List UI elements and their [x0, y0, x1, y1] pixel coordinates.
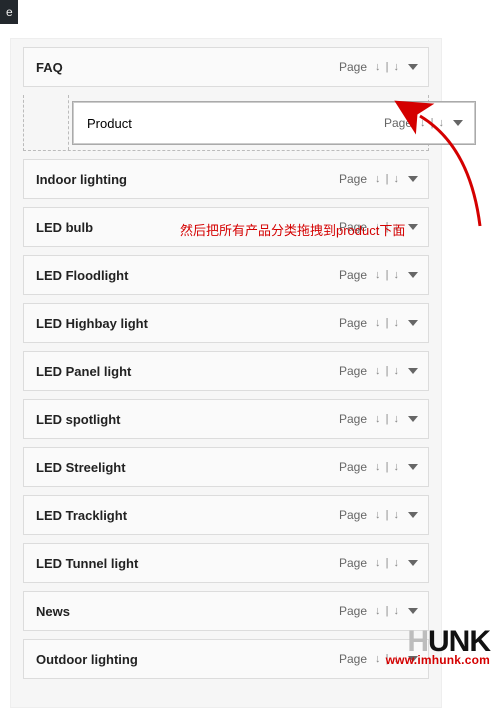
menu-item-type: Page — [339, 316, 367, 330]
menu-item-faq[interactable]: FAQ Page ↓ | ↓ — [23, 47, 429, 87]
sub-indicator-icon: ↓ | ↓ — [375, 413, 400, 425]
annotation-text: 然后把所有产品分类拖拽到product下面 — [180, 220, 405, 239]
sub-indicator-icon: ↓ | ↓ — [375, 509, 400, 521]
menu-item-meta: Page ↓ | ↓ — [339, 604, 418, 618]
expand-caret-icon[interactable] — [408, 464, 418, 470]
sub-indicator-icon: ↓ | ↓ — [375, 61, 400, 73]
menu-item-meta: Page ↓ | ↓ — [339, 412, 418, 426]
expand-caret-icon[interactable] — [408, 320, 418, 326]
menu-item-meta: Page ↓ | ↓ — [339, 460, 418, 474]
menu-item-meta: Page ↓ | ↓ — [339, 316, 418, 330]
menu-item[interactable]: LED Tracklight Page ↓ | ↓ — [23, 495, 429, 535]
expand-caret-icon[interactable] — [408, 512, 418, 518]
menu-item[interactable]: LED Tunnel light Page ↓ | ↓ — [23, 543, 429, 583]
expand-caret-icon[interactable] — [408, 64, 418, 70]
watermark-url: www.imhunk.com — [386, 653, 490, 667]
menu-item-title: LED Highbay light — [36, 316, 148, 331]
menu-item-title: Product — [87, 116, 132, 131]
menu-item-meta: Page ↓ | ↓ — [339, 508, 418, 522]
menu-item-meta: Page ↓ | ↓ — [339, 364, 418, 378]
menu-item-product[interactable]: Product Page ↓ | ↓ — [72, 101, 476, 145]
expand-caret-icon[interactable] — [408, 272, 418, 278]
watermark: HUNK www.imhunk.com — [386, 628, 490, 667]
menu-item[interactable]: News Page ↓ | ↓ — [23, 591, 429, 631]
menu-item-type: Page — [339, 60, 367, 74]
menu-item[interactable]: Indoor lighting Page ↓ | ↓ — [23, 159, 429, 199]
sub-indicator-icon: ↓ | ↓ — [375, 605, 400, 617]
menu-item[interactable]: LED spotlight Page ↓ | ↓ — [23, 399, 429, 439]
watermark-logo: HUNK — [386, 628, 490, 655]
menu-item-title: LED Panel light — [36, 364, 131, 379]
sub-indicator-icon: ↓ | ↓ — [375, 461, 400, 473]
sub-indicator-icon: ↓ | ↓ — [375, 317, 400, 329]
menu-item-title: LED bulb — [36, 220, 93, 235]
menu-item-type: Page — [339, 268, 367, 282]
expand-caret-icon[interactable] — [408, 608, 418, 614]
expand-caret-icon[interactable] — [408, 416, 418, 422]
drop-placeholder: Product Page ↓ | ↓ — [23, 95, 429, 151]
menu-item-type: Page — [339, 460, 367, 474]
menu-item-title: Outdoor lighting — [36, 652, 138, 667]
sub-indicator-icon: ↓ | ↓ — [375, 269, 400, 281]
menu-item-meta: Page ↓ | ↓ — [339, 172, 418, 186]
menu-item-type: Page — [339, 556, 367, 570]
menu-item[interactable]: LED Floodlight Page ↓ | ↓ — [23, 255, 429, 295]
sub-indicator-icon: ↓ | ↓ — [375, 365, 400, 377]
menu-item[interactable]: Outdoor lighting Page ↓ | ↓ — [23, 639, 429, 679]
menu-item-title: LED Floodlight — [36, 268, 128, 283]
menu-item-type: Page — [339, 604, 367, 618]
menu-item-title: FAQ — [36, 60, 63, 75]
admin-bar-fragment: e — [0, 0, 18, 24]
expand-caret-icon[interactable] — [408, 176, 418, 182]
menu-item[interactable]: LED Highbay light Page ↓ | ↓ — [23, 303, 429, 343]
expand-caret-icon[interactable] — [408, 224, 418, 230]
menu-item-type: Page — [339, 172, 367, 186]
menu-item-type: Page — [339, 652, 367, 666]
menu-item-type: Page — [339, 364, 367, 378]
expand-caret-icon[interactable] — [408, 560, 418, 566]
menu-item-title: LED Streelight — [36, 460, 126, 475]
menu-item-type: Page — [339, 508, 367, 522]
menu-item-meta: Page ↓ | ↓ — [339, 556, 418, 570]
menu-item-meta: Page ↓ | ↓ — [339, 268, 418, 282]
menu-item[interactable]: LED Panel light Page ↓ | ↓ — [23, 351, 429, 391]
menu-item-meta: Page ↓ | ↓ — [339, 60, 418, 74]
menu-item-title: Indoor lighting — [36, 172, 127, 187]
menu-item-title: LED spotlight — [36, 412, 121, 427]
menu-item-title: LED Tracklight — [36, 508, 127, 523]
sub-indicator-icon: ↓ | ↓ — [375, 557, 400, 569]
expand-caret-icon[interactable] — [453, 120, 463, 126]
sub-indicator-icon: ↓ | ↓ — [420, 117, 445, 129]
menu-item-type: Page — [339, 412, 367, 426]
menu-item-type: Page — [384, 116, 412, 130]
expand-caret-icon[interactable] — [408, 368, 418, 374]
menu-item-title: LED Tunnel light — [36, 556, 138, 571]
sub-indicator-icon: ↓ | ↓ — [375, 173, 400, 185]
menu-structure-panel: FAQ Page ↓ | ↓ Product Page ↓ | ↓ Indoor… — [10, 38, 442, 708]
menu-item-meta: Page ↓ | ↓ — [384, 116, 463, 130]
menu-item-title: News — [36, 604, 70, 619]
menu-item[interactable]: LED Streelight Page ↓ | ↓ — [23, 447, 429, 487]
menu-items-list: FAQ Page ↓ | ↓ Product Page ↓ | ↓ Indoor… — [11, 47, 441, 679]
